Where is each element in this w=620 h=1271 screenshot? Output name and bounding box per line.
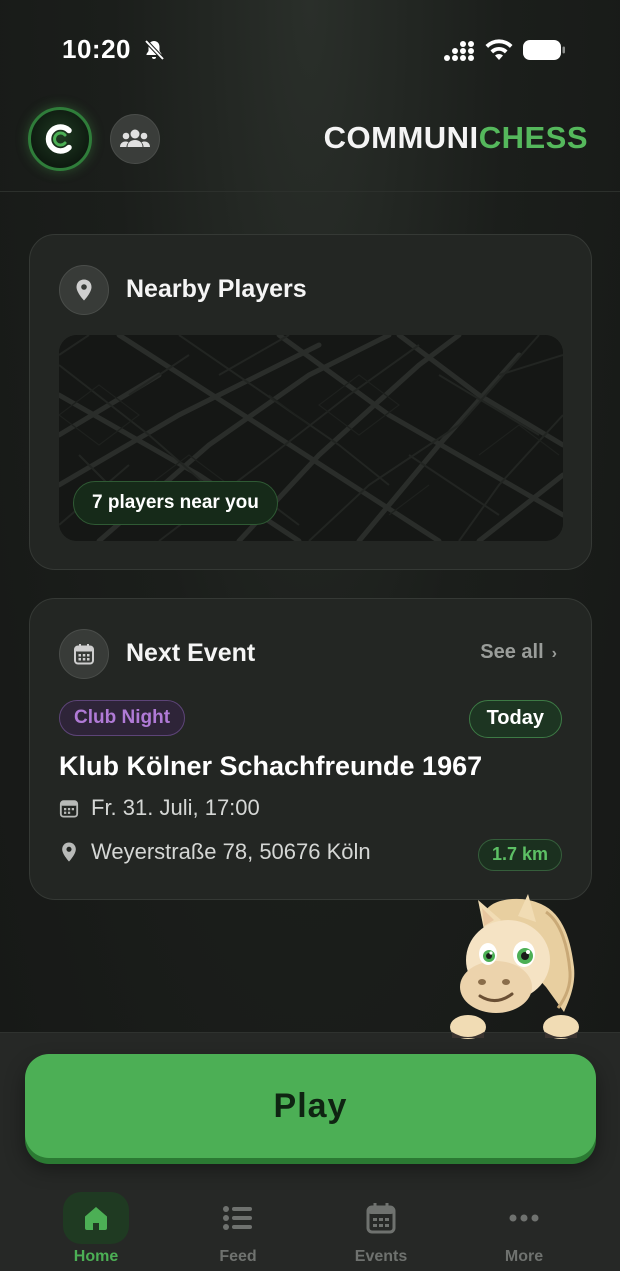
event-address-row: Weyerstraße 78, 50676 Köln xyxy=(59,839,371,865)
chevron-right-icon: › xyxy=(551,645,557,662)
home-icon xyxy=(85,1207,107,1230)
wifi-icon xyxy=(485,39,513,60)
battery-icon xyxy=(523,40,565,60)
event-address: Weyerstraße 78, 50676 Köln xyxy=(91,839,371,864)
communichess-logo-icon xyxy=(45,124,72,154)
tab-home-label: Home xyxy=(73,1248,119,1265)
event-category-tag: Club Night xyxy=(59,700,186,736)
location-pin-icon xyxy=(76,279,92,301)
horse-mascot-icon[interactable] xyxy=(446,892,586,1042)
calendar-tab-icon xyxy=(366,1203,396,1234)
calendar-icon xyxy=(74,644,94,665)
calendar-tab-icon-wrap xyxy=(348,1192,414,1244)
bottom-tab-bar: Home Feed Events More xyxy=(0,1180,620,1271)
players-near-badge[interactable]: 7 players near you xyxy=(73,481,278,525)
calendar-icon-wrap xyxy=(59,629,109,679)
list-icon xyxy=(223,1206,252,1230)
status-time: 10:20 xyxy=(62,34,131,64)
nearby-players-title: Nearby Players xyxy=(126,275,307,303)
tab-home[interactable]: Home xyxy=(36,1180,156,1271)
tab-feed-label: Feed xyxy=(219,1248,257,1265)
next-event-title: Next Event xyxy=(126,639,256,667)
small-location-pin-icon xyxy=(62,842,76,862)
event-date-row: Fr. 31. Juli, 17:00 xyxy=(59,795,260,821)
see-all-label: See all xyxy=(480,641,544,663)
event-today-badge: Today xyxy=(468,700,562,738)
event-distance-badge: 1.7 km xyxy=(477,839,562,871)
profile-logo-button[interactable] xyxy=(28,107,92,171)
next-event-card[interactable]: Next Event See all › Club Night Today Klu… xyxy=(29,598,592,900)
location-pin-icon-wrap xyxy=(59,265,109,315)
small-calendar-icon xyxy=(59,800,79,818)
tab-events-label: Events xyxy=(354,1248,408,1265)
tab-feed[interactable]: Feed xyxy=(178,1180,298,1271)
app-header: COMMUNICHESS xyxy=(0,100,620,192)
people-group-icon xyxy=(120,129,150,147)
community-button[interactable] xyxy=(110,114,160,164)
nearby-map[interactable]: 7 players near you xyxy=(59,335,563,541)
tab-events[interactable]: Events xyxy=(321,1180,441,1271)
brand-part-communi: COMMUNI xyxy=(323,120,479,155)
more-dots-icon-wrap xyxy=(491,1192,557,1244)
list-icon-wrap xyxy=(205,1192,271,1244)
nearby-players-card[interactable]: Nearby Players 7 players near you xyxy=(29,234,592,570)
more-dots-icon xyxy=(509,1214,539,1222)
event-date: Fr. 31. Juli, 17:00 xyxy=(91,795,260,820)
bell-muted-icon xyxy=(144,39,165,61)
home-icon-wrap xyxy=(63,1192,129,1244)
cellular-signal-icon xyxy=(444,41,474,61)
brand-wordmark: COMMUNICHESS xyxy=(324,120,588,156)
tab-more-label: More xyxy=(504,1248,544,1265)
see-all-link[interactable]: See all › xyxy=(480,641,557,664)
brand-part-chess: CHESS xyxy=(478,120,588,155)
tab-more[interactable]: More xyxy=(464,1180,584,1271)
play-button[interactable]: Play xyxy=(25,1054,596,1158)
event-name[interactable]: Klub Kölner Schachfreunde 1967 xyxy=(59,751,482,782)
status-bar: 10:20 xyxy=(0,0,620,100)
